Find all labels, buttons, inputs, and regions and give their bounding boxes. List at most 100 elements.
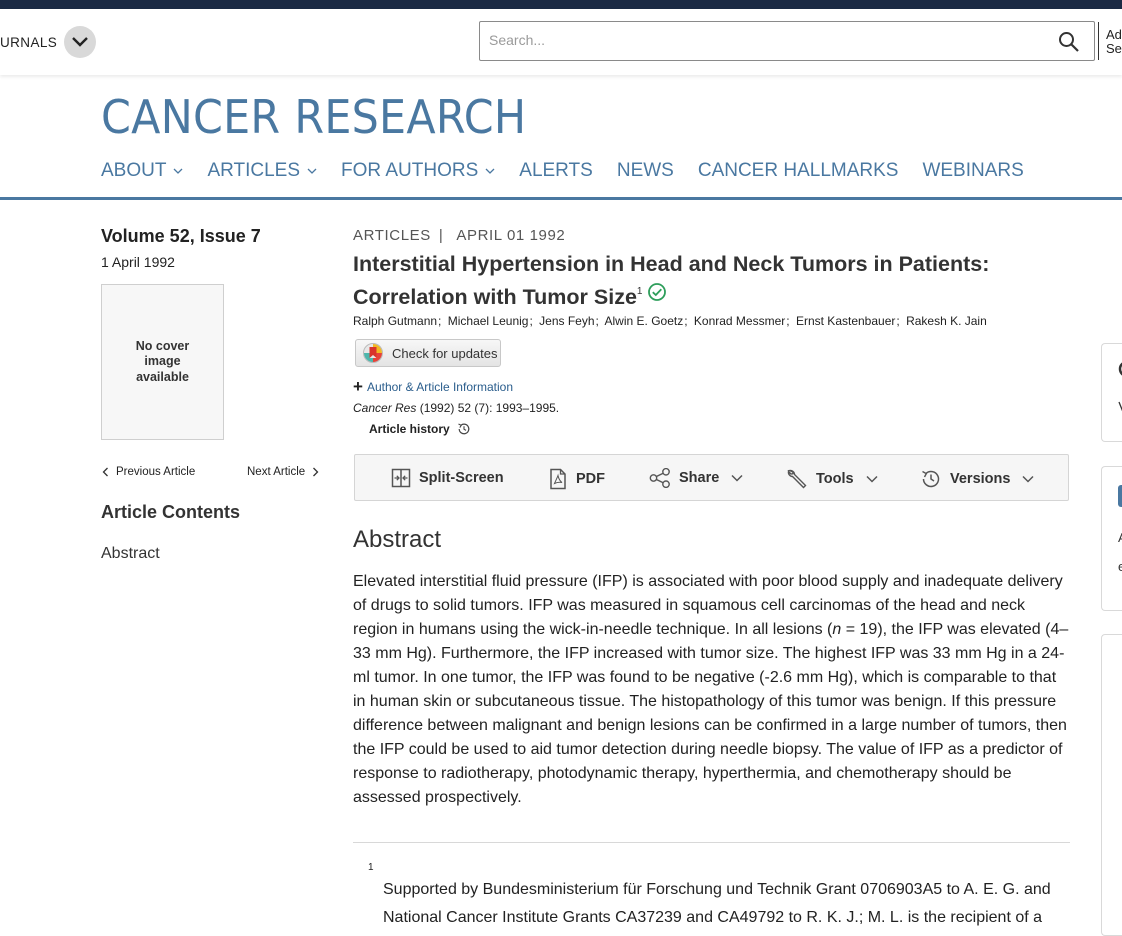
nav-about[interactable]: ABOUT: [101, 160, 183, 182]
nav-for-authors[interactable]: FOR AUTHORS: [341, 160, 495, 182]
abstract-text: Elevated interstitial fluid pressure (IF…: [353, 570, 1071, 810]
previous-article-label: Previous Article: [116, 466, 196, 478]
right-rail-text: A: [1118, 530, 1122, 545]
author-separator: ;: [529, 314, 533, 328]
nav-label: CANCER HALLMARKS: [697, 160, 899, 181]
article-title-text: Interstitial Hypertension in Head and Ne…: [353, 252, 990, 310]
journal-logo[interactable]: CANCER RESEARCH: [101, 90, 526, 144]
meta-separator: |: [438, 227, 444, 244]
author-link[interactable]: Jens Feyh: [539, 314, 594, 328]
right-rail-card: [1101, 634, 1122, 936]
history-clock-icon: [457, 423, 470, 435]
partial-icon: [1118, 362, 1122, 376]
chevron-down-icon: [72, 37, 88, 47]
contents-item-abstract[interactable]: Abstract: [101, 545, 160, 563]
article-toolbar: Split-Screen PDF Share Tools Versions: [354, 454, 1069, 501]
issue-date: 1 April 1992: [101, 254, 175, 270]
advanced-search-link-line2[interactable]: Se: [1106, 41, 1122, 56]
nav-webinars[interactable]: WEBINARS: [922, 160, 1023, 182]
author-article-information-toggle[interactable]: + Author & Article Information: [353, 377, 514, 396]
article-title: Interstitial Hypertension in Head and Ne…: [353, 250, 1053, 313]
chevron-down-icon: [1022, 475, 1034, 483]
nav-label: ABOUT: [101, 160, 167, 181]
share-dropdown[interactable]: Share: [649, 468, 743, 488]
versions-label: Versions: [950, 471, 1011, 487]
chevron-down-icon: [731, 474, 743, 482]
cover-text: No cover image available: [135, 338, 190, 384]
nav-label: ALERTS: [519, 160, 593, 181]
issue-volume-link[interactable]: Volume 52, Issue 7: [101, 226, 261, 247]
author-link[interactable]: Konrad Messmer: [694, 314, 785, 328]
journals-menu-label[interactable]: URNALS: [0, 35, 57, 50]
wrench-icon: [787, 469, 807, 489]
search-divider: [1098, 22, 1099, 60]
nav-alerts[interactable]: ALERTS: [519, 160, 593, 182]
author-separator: ;: [786, 314, 790, 328]
nav-label: WEBINARS: [922, 160, 1024, 181]
nav-news[interactable]: NEWS: [617, 160, 674, 182]
nav-label: ARTICLES: [207, 160, 301, 181]
journals-dropdown-button[interactable]: [64, 26, 96, 58]
search-field[interactable]: [479, 21, 1095, 61]
verified-icon[interactable]: [647, 281, 667, 310]
title-footnote-ref[interactable]: 1: [637, 286, 643, 297]
citation-journal: Cancer Res: [353, 401, 417, 415]
nav-label: NEWS: [616, 160, 674, 181]
tools-label: Tools: [816, 471, 854, 487]
nav-label: FOR AUTHORS: [341, 160, 479, 181]
crossmark-icon: [363, 343, 383, 363]
search-button[interactable]: [1058, 31, 1080, 53]
author-separator: ;: [595, 314, 599, 328]
search-icon: [1059, 32, 1079, 52]
article-contents-heading: Article Contents: [101, 502, 241, 522]
author-link[interactable]: Michael Leunig: [448, 314, 529, 328]
author-link[interactable]: Alwin E. Goetz: [605, 314, 684, 328]
author-link[interactable]: Ralph Gutmann: [353, 314, 437, 328]
next-article-label: Next Article: [247, 466, 306, 478]
split-screen-label: Split-Screen: [419, 470, 504, 486]
share-label: Share: [679, 470, 720, 486]
pdf-button[interactable]: PDF: [548, 468, 605, 490]
article-history-toggle[interactable]: Article history: [369, 422, 471, 436]
author-separator: ;: [684, 314, 688, 328]
chevron-down-icon: [307, 168, 317, 174]
author-link[interactable]: Rakesh K. Jain: [906, 314, 987, 328]
advanced-search-link[interactable]: Ad: [1106, 27, 1122, 42]
abstract-n-symbol: n: [832, 621, 842, 638]
nav-articles[interactable]: ARTICLES: [207, 160, 317, 182]
chevron-right-icon: [313, 467, 319, 477]
footnote-number: 1: [368, 862, 374, 873]
author-article-information-label: Author & Article Information: [366, 380, 514, 394]
article-type[interactable]: ARTICLES: [353, 227, 431, 244]
check-for-updates-button[interactable]: Check for updates: [355, 339, 501, 367]
author-link[interactable]: Ernst Kastenbauer: [796, 314, 895, 328]
check-for-updates-label: Check for updates: [392, 345, 498, 361]
share-icon: [649, 468, 670, 488]
nav-cancer-hallmarks[interactable]: CANCER HALLMARKS: [698, 160, 899, 182]
partial-glyph: [1118, 401, 1122, 412]
abstract-text-part2: = 19), the IFP was elevated (4–33 mm Hg)…: [353, 621, 1069, 806]
abstract-heading: Abstract: [353, 526, 442, 553]
citation-line: Cancer Res (1992) 52 (7): 1993–1995.: [353, 401, 559, 415]
plus-icon: +: [353, 377, 363, 396]
author-separator: ;: [438, 314, 442, 328]
split-screen-button[interactable]: Split-Screen: [391, 468, 504, 488]
author-list: Ralph Gutmann; Michael Leunig; Jens Feyh…: [353, 314, 987, 328]
right-rail-text: e: [1118, 559, 1122, 574]
chevron-down-icon: [485, 168, 495, 174]
footnote-text: Supported by Bundesministerium für Forsc…: [383, 881, 1051, 926]
top-brand-bar: [0, 0, 1122, 9]
article-meta: ARTICLES | APRIL 01 1992: [353, 227, 565, 244]
next-article-link[interactable]: Next Article: [247, 466, 320, 478]
main-nav: ABOUT ARTICLES FOR AUTHORS ALERTS NEWS C…: [101, 160, 1048, 182]
chevron-left-icon: [102, 467, 108, 477]
pdf-file-icon: [550, 468, 566, 490]
chevron-down-icon: [866, 475, 878, 483]
previous-article-link[interactable]: Previous Article: [101, 466, 195, 478]
tools-dropdown[interactable]: Tools: [786, 468, 878, 490]
versions-dropdown[interactable]: Versions: [920, 468, 1034, 490]
partial-button[interactable]: [1118, 485, 1122, 507]
author-separator: ;: [896, 314, 900, 328]
nav-divider: [0, 197, 1122, 200]
search-input[interactable]: [487, 31, 1031, 49]
